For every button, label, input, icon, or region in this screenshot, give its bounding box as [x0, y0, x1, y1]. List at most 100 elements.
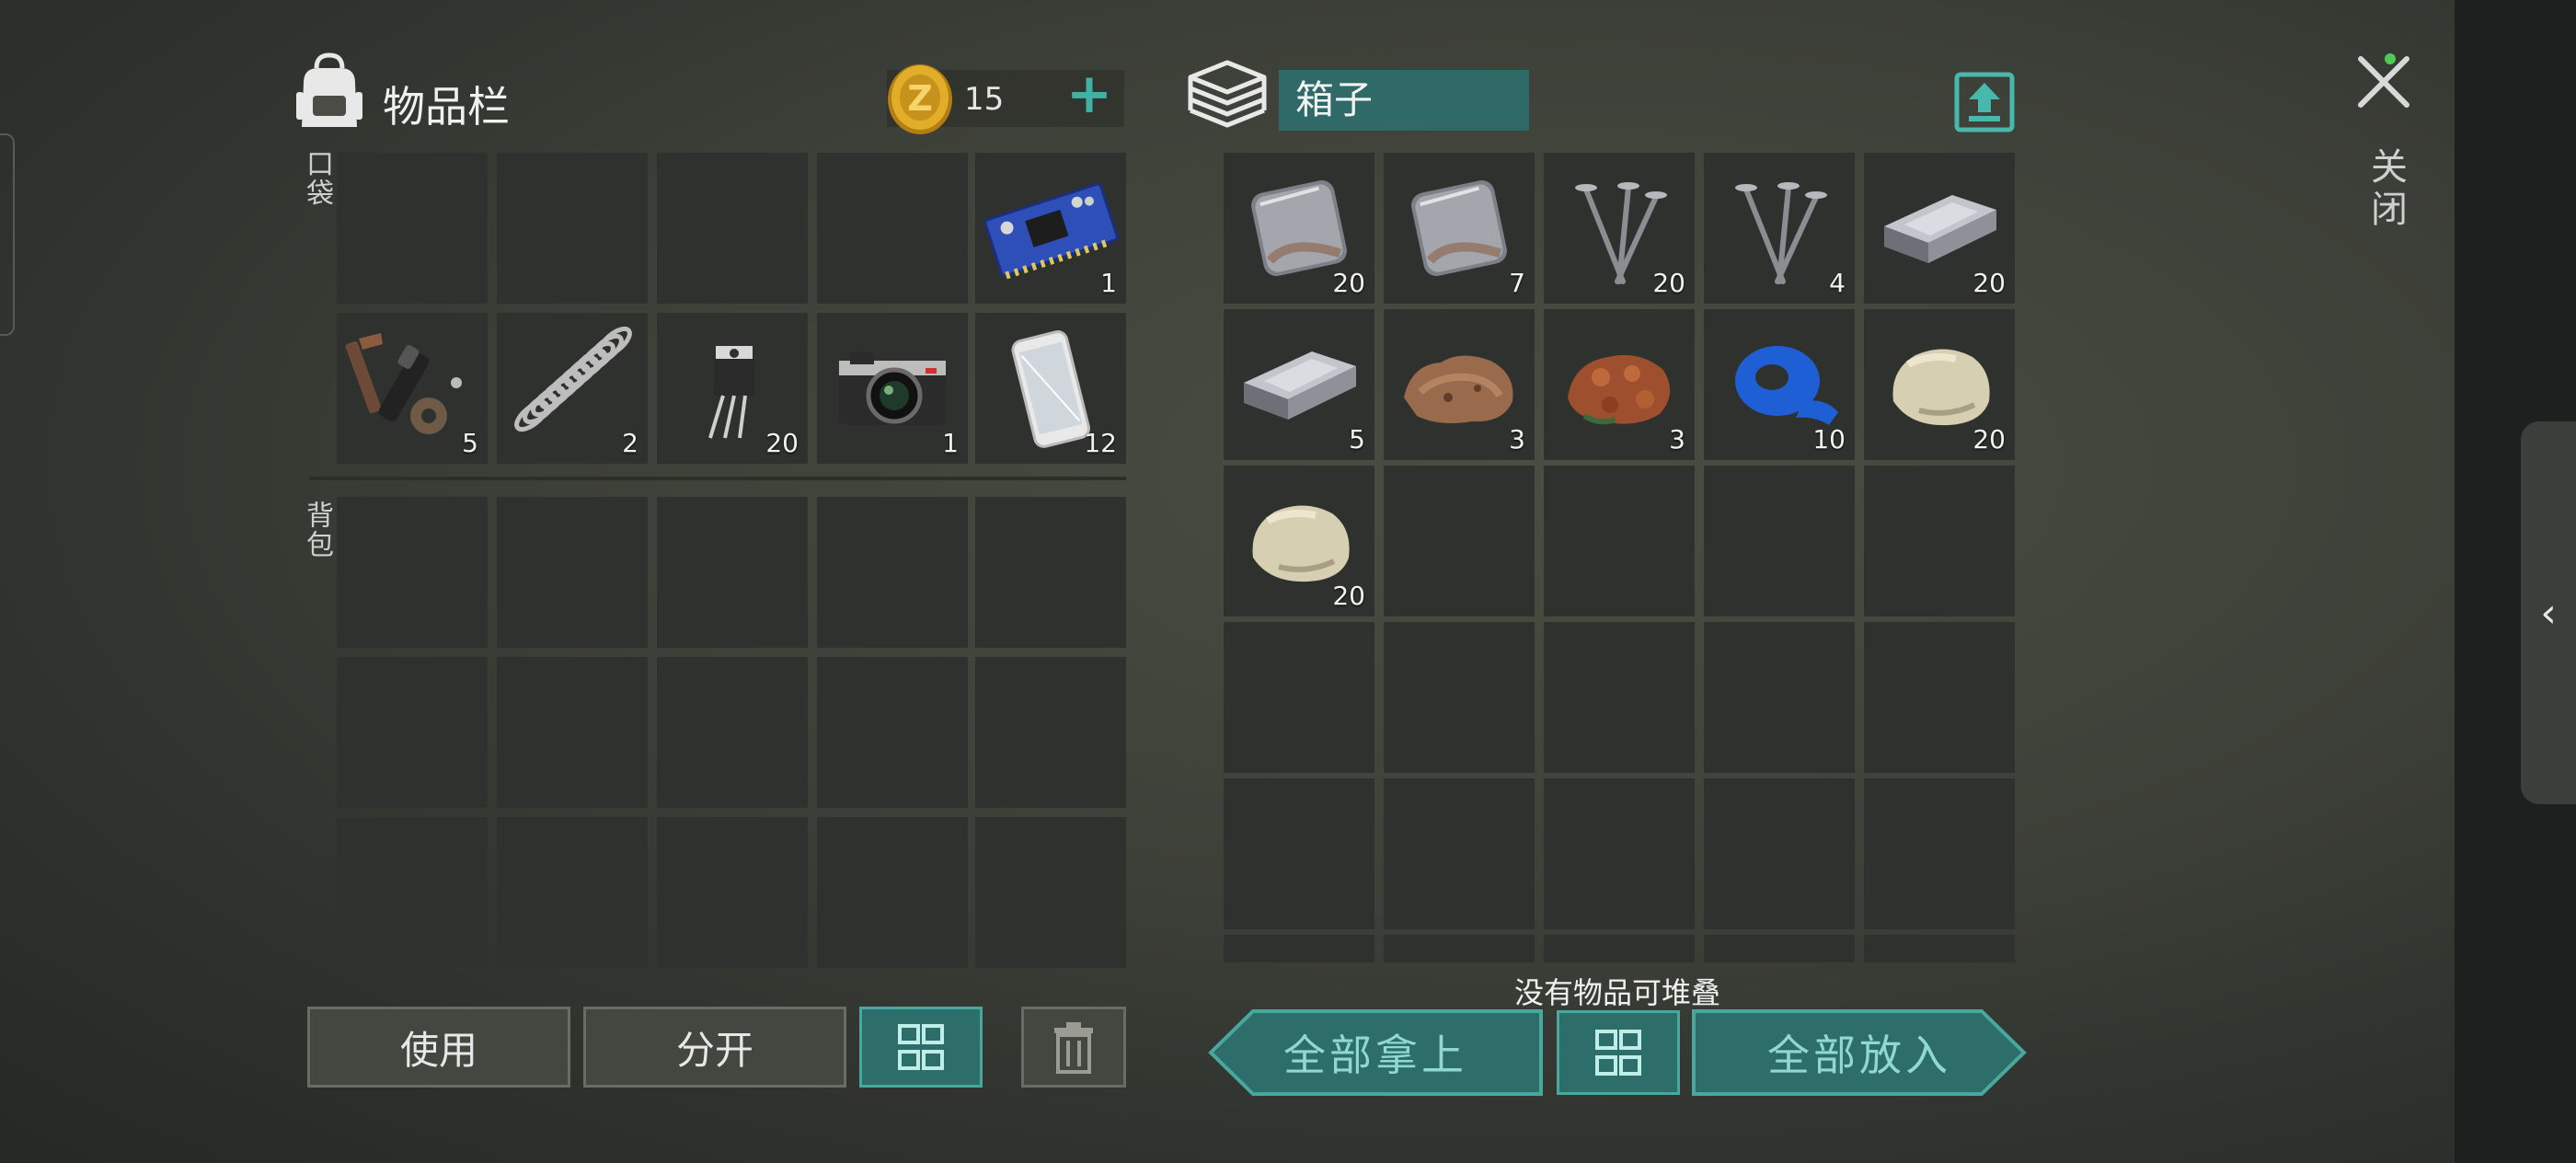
item-quantity: 3	[1509, 424, 1525, 455]
pocket-slot[interactable]: 2	[497, 313, 648, 464]
container-slot[interactable]: 3	[1544, 309, 1695, 460]
container-slot[interactable]: 4	[1704, 153, 1855, 304]
trash-button[interactable]	[1021, 1007, 1126, 1088]
container-slot[interactable]: 20	[1224, 466, 1374, 616]
sort-grid-icon	[898, 1024, 944, 1070]
container-slot[interactable]: 20	[1864, 153, 2015, 304]
container-slot[interactable]: 7	[1384, 153, 1535, 304]
item-quantity: 3	[1669, 424, 1685, 455]
backpack-slot[interactable]	[497, 817, 648, 968]
container-slot[interactable]	[1704, 935, 1855, 962]
section-divider	[309, 477, 1126, 480]
backpack-slot[interactable]	[657, 657, 808, 808]
item-quantity: 12	[1084, 428, 1117, 458]
add-coins-button[interactable]: +	[1064, 66, 1115, 121]
pocket-slot[interactable]	[337, 153, 488, 304]
notification-dot	[2385, 53, 2396, 64]
sort-inventory-button[interactable]	[859, 1007, 983, 1088]
split-button[interactable]: 分开	[583, 1007, 846, 1088]
backpack-slot[interactable]	[817, 657, 968, 808]
backpack-icon	[296, 52, 362, 127]
inventory-title: 物品栏	[383, 82, 510, 132]
svg-text:Z: Z	[907, 78, 933, 119]
item-quantity: 1	[1100, 268, 1117, 298]
trash-icon	[1054, 1022, 1093, 1074]
side-drawer-tab[interactable]: ‹	[2521, 421, 2576, 804]
take-all-button[interactable]: 全部拿上	[1207, 1008, 1544, 1097]
item-quantity: 20	[765, 428, 799, 458]
container-slot[interactable]	[1224, 778, 1374, 929]
container-slot[interactable]: 3	[1384, 309, 1535, 460]
container-slot[interactable]	[1384, 622, 1535, 773]
item-quantity: 5	[1349, 424, 1365, 455]
backpack-section-label: 背包	[301, 501, 333, 559]
item-quantity: 4	[1829, 268, 1846, 298]
pocket-slot[interactable]	[817, 153, 968, 304]
pocket-slot[interactable]	[657, 153, 808, 304]
backpack-slot[interactable]	[337, 817, 488, 968]
container-slot[interactable]	[1704, 778, 1855, 929]
take-all-label: 全部拿上	[1283, 1031, 1467, 1080]
container-slot[interactable]	[1224, 935, 1374, 962]
backpack-slot[interactable]	[817, 497, 968, 648]
container-slot[interactable]	[1384, 935, 1535, 962]
container-slot[interactable]: 20	[1544, 153, 1695, 304]
pocket-slot[interactable]: 12	[975, 313, 1126, 464]
chevron-left-icon: ‹	[2540, 589, 2557, 637]
pocket-slot[interactable]	[497, 153, 648, 304]
container-slot[interactable]	[1544, 778, 1695, 929]
container-slot[interactable]	[1864, 622, 2015, 773]
sort-grid-icon	[1595, 1030, 1641, 1076]
container-slot[interactable]: 20	[1864, 309, 2015, 460]
container-slot[interactable]	[1544, 622, 1695, 773]
pocket-slot[interactable]: 20	[657, 313, 808, 464]
backpack-slot[interactable]	[497, 657, 648, 808]
container-slot[interactable]	[1384, 778, 1535, 929]
close-icon[interactable]	[2353, 52, 2414, 112]
container-slot[interactable]	[1384, 466, 1535, 616]
no-stack-message: 没有物品可堆叠	[1514, 975, 1721, 1010]
container-name-field[interactable]: 箱子	[1279, 70, 1529, 131]
item-quantity: 5	[462, 428, 478, 458]
storage-box-icon	[1188, 60, 1267, 128]
coin-count: 15	[964, 81, 1005, 118]
item-quantity: 20	[1972, 268, 2006, 298]
container-slot[interactable]	[1864, 778, 2015, 929]
container-slot[interactable]	[1864, 466, 2015, 616]
close-label: 关闭	[2364, 147, 2407, 232]
pocket-slot[interactable]: 5	[337, 313, 488, 464]
container-slot[interactable]	[1704, 466, 1855, 616]
item-quantity: 7	[1509, 268, 1525, 298]
container-slot[interactable]: 5	[1224, 309, 1374, 460]
backpack-slot[interactable]	[497, 497, 648, 648]
backpack-slot[interactable]	[975, 817, 1126, 968]
container-slot[interactable]: 20	[1224, 153, 1374, 304]
upload-icon[interactable]	[1954, 72, 2015, 132]
backpack-slot[interactable]	[657, 497, 808, 648]
put-all-button[interactable]: 全部放入	[1691, 1008, 2028, 1097]
container-slot[interactable]	[1224, 622, 1374, 773]
item-quantity: 20	[1652, 268, 1685, 298]
sort-container-button[interactable]	[1557, 1010, 1680, 1095]
item-quantity: 20	[1972, 424, 2006, 455]
use-button[interactable]: 使用	[307, 1007, 570, 1088]
item-quantity: 1	[942, 428, 959, 458]
container-slot[interactable]	[1544, 935, 1695, 962]
backpack-slot[interactable]	[975, 657, 1126, 808]
container-slot[interactable]	[1704, 622, 1855, 773]
container-slot[interactable]: 10	[1704, 309, 1855, 460]
pocket-slot[interactable]: 1	[975, 153, 1126, 304]
coin-icon: Z	[888, 64, 952, 134]
backpack-slot[interactable]	[817, 817, 968, 968]
backpack-slot[interactable]	[657, 817, 808, 968]
backpack-slot[interactable]	[337, 657, 488, 808]
container-slot[interactable]	[1544, 466, 1695, 616]
left-edge-handle[interactable]	[0, 133, 15, 336]
container-slot[interactable]	[1864, 935, 2015, 962]
item-quantity: 10	[1812, 424, 1846, 455]
item-quantity: 2	[622, 428, 638, 458]
pocket-slot[interactable]: 1	[817, 313, 968, 464]
pocket-section-label: 口袋	[301, 149, 333, 208]
backpack-slot[interactable]	[975, 497, 1126, 648]
backpack-slot[interactable]	[337, 497, 488, 648]
